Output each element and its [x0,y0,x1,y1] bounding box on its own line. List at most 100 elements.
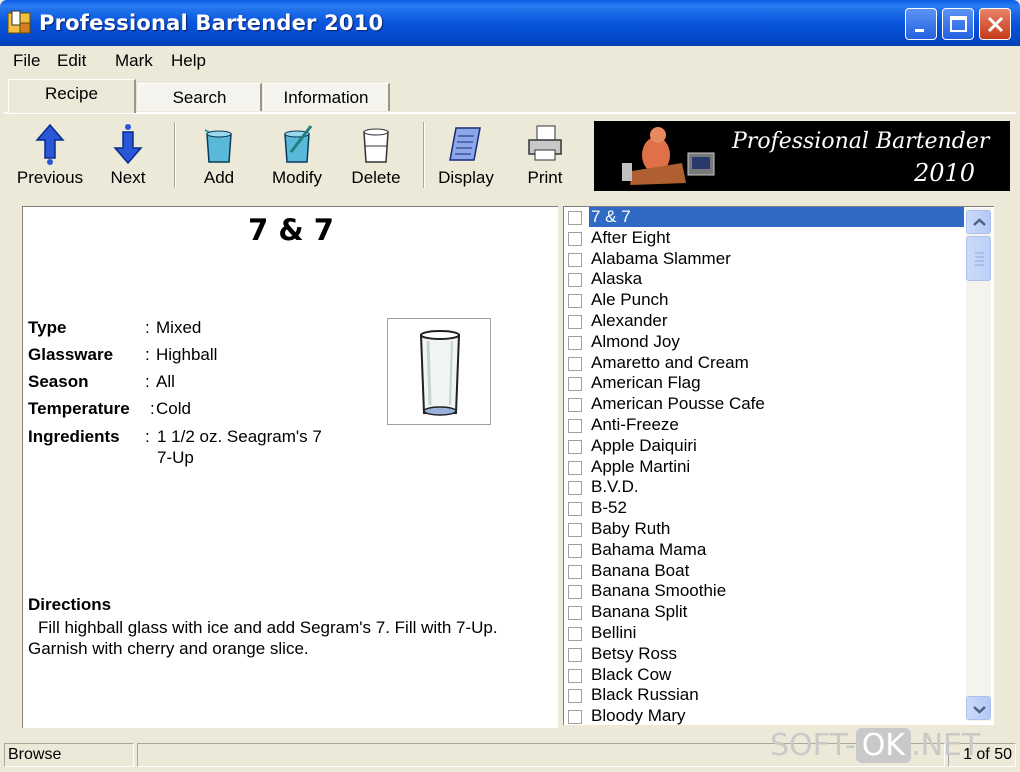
mark-checkbox[interactable] [568,606,582,621]
mark-checkbox[interactable] [568,460,582,475]
list-item-label: After Eight [591,227,671,247]
tab-search[interactable]: Search [138,83,262,111]
mark-checkbox[interactable] [568,626,582,641]
glass-add-icon [199,122,239,166]
list-item[interactable]: Banana Smoothie [564,581,994,602]
ingredients-label: Ingredients [28,427,120,446]
mark-checkbox[interactable] [568,314,582,329]
list-item-label: Alaska [591,269,643,289]
mark-checkbox[interactable] [568,585,582,600]
list-item[interactable]: Black Cow [564,665,994,686]
list-item[interactable]: Amaretto and Cream [564,353,994,374]
season-label: Season [28,372,89,391]
display-button[interactable]: Display [430,120,502,190]
mark-checkbox[interactable] [568,211,582,225]
list-item-label: B-52 [591,498,627,518]
mark-checkbox[interactable] [568,273,582,288]
list-item[interactable]: Baby Ruth [564,519,994,540]
list-scrollbar[interactable] [966,208,991,721]
list-item-label: Baby Ruth [591,518,671,538]
list-item[interactable]: Ale Punch [564,290,994,311]
list-item[interactable]: Alaska [564,269,994,290]
mark-checkbox[interactable] [568,231,582,246]
list-item[interactable]: American Pousse Cafe [564,394,994,415]
tab-divider [4,112,1016,114]
mark-checkbox[interactable] [568,543,582,558]
glass-empty-icon [356,122,396,166]
list-item[interactable]: After Eight [564,228,994,249]
mark-checkbox[interactable] [568,481,582,496]
maximize-button[interactable] [942,8,974,40]
list-item-label: American Flag [591,373,701,393]
tab-strip: Recipe Search Information [4,77,1016,114]
mark-checkbox[interactable] [568,710,582,725]
list-item-label: Apple Martini [591,456,691,476]
list-item-label: Anti-Freeze [591,414,679,434]
menu-file[interactable]: File [13,51,40,71]
colon: : [145,345,150,364]
title-bar[interactable]: Professional Bartender 2010 [0,0,1020,46]
add-button[interactable]: Add [183,120,255,190]
delete-button[interactable]: Delete [340,120,412,190]
list-item[interactable]: Almond Joy [564,332,994,353]
recipe-list[interactable]: 7 & 7 After Eight Alabama Slammer Alaska Ale… [563,206,994,725]
colon: : [145,427,150,446]
list-item[interactable]: Apple Daiquiri [564,436,994,457]
tab-recipe[interactable]: Recipe [8,79,136,113]
scroll-down-button[interactable] [966,696,991,720]
mark-checkbox[interactable] [568,668,582,683]
list-item[interactable]: Banana Boat [564,561,994,582]
close-button[interactable] [979,8,1011,40]
app-icon [6,9,34,37]
list-item[interactable]: Alabama Slammer [564,249,994,270]
tab-information[interactable]: Information [263,83,390,111]
menu-help[interactable]: Help [171,51,206,71]
list-item[interactable]: American Flag [564,373,994,394]
list-item[interactable]: Bellini [564,623,994,644]
scroll-up-button[interactable] [966,210,991,234]
toolbar-separator [174,122,176,188]
list-item[interactable]: Anti-Freeze [564,415,994,436]
modify-button[interactable]: Modify [261,120,333,190]
printer-icon [525,122,565,166]
list-item[interactable]: Black Russian [564,685,994,706]
temperature-label: Temperature [28,399,130,418]
list-item[interactable]: Betsy Ross [564,644,994,665]
menu-mark[interactable]: Mark [115,51,153,71]
list-item[interactable]: B.V.D. [564,477,994,498]
list-item[interactable]: 7 & 7 [564,207,994,228]
directions-label: Directions [28,595,112,614]
window-title: Professional Bartender 2010 [39,11,384,35]
mark-checkbox[interactable] [568,647,582,662]
colon: : [145,318,150,337]
arrow-up-icon [30,122,70,166]
minimize-button[interactable] [905,8,937,40]
mark-checkbox[interactable] [568,252,582,267]
previous-button[interactable]: Previous [14,120,86,190]
mark-checkbox[interactable] [568,522,582,537]
mark-checkbox[interactable] [568,356,582,371]
glassware-value: Highball [156,345,218,364]
next-button[interactable]: Next [92,120,164,190]
mark-checkbox[interactable] [568,689,582,704]
menu-bar: File Edit Mark Help [4,46,1016,76]
mark-checkbox[interactable] [568,335,582,350]
list-item[interactable]: B-52 [564,498,994,519]
colon: : [150,399,155,418]
menu-edit[interactable]: Edit [57,51,86,71]
colon: : [145,372,150,391]
list-item[interactable]: Bloody Mary [564,706,994,725]
scroll-thumb[interactable] [966,236,991,281]
list-item[interactable]: Alexander [564,311,994,332]
mark-checkbox[interactable] [568,398,582,413]
list-item[interactable]: Apple Martini [564,457,994,478]
mark-checkbox[interactable] [568,439,582,454]
list-item[interactable]: Bahama Mama [564,540,994,561]
mark-checkbox[interactable] [568,294,582,309]
mark-checkbox[interactable] [568,377,582,392]
mark-checkbox[interactable] [568,502,582,517]
mark-checkbox[interactable] [568,564,582,579]
print-button[interactable]: Print [509,120,581,190]
list-item[interactable]: Banana Split [564,602,994,623]
mark-checkbox[interactable] [568,418,582,433]
